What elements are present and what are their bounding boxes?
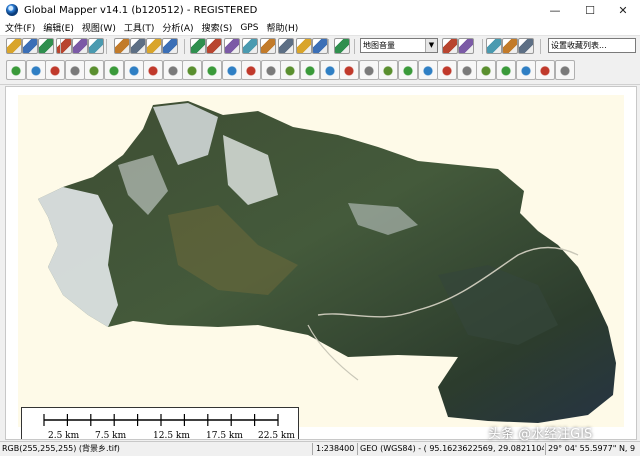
terrain-image: [38, 101, 616, 423]
globe-app-icon: [6, 4, 18, 16]
crop-icon[interactable]: [202, 60, 222, 80]
title-bar: Global Mapper v14.1 (b120512) - REGISTER…: [0, 0, 640, 20]
menu-search[interactable]: 搜索(S): [198, 21, 237, 34]
menu-file[interactable]: 文件(F): [0, 21, 39, 34]
digitizer-icon[interactable]: [334, 38, 350, 54]
menu-view[interactable]: 视图(W): [78, 21, 120, 34]
menu-tools[interactable]: 工具(T): [120, 21, 159, 34]
status-scale: 1:238400: [316, 444, 355, 453]
select-icon[interactable]: [206, 38, 222, 54]
add-point-icon[interactable]: [162, 60, 183, 80]
layer-select[interactable]: 地图音量 ▼: [360, 38, 438, 53]
merge-icon[interactable]: [241, 60, 262, 80]
favorites-select-value: 设置收藏列表...: [551, 41, 607, 50]
view-shed-icon[interactable]: [278, 38, 294, 54]
lidar-icon[interactable]: [486, 38, 502, 54]
find-icon[interactable]: [456, 60, 477, 80]
full-view-icon[interactable]: [146, 38, 162, 54]
map-canvas[interactable]: 2.5 km 7.5 km 12.5 km 17.5 km 22.5 km: [5, 86, 637, 440]
connect-icon[interactable]: [104, 60, 124, 80]
offset-icon[interactable]: [378, 60, 399, 80]
layer-select-value: 地图音量: [363, 41, 395, 50]
close-button[interactable]: ✕: [606, 0, 640, 20]
redo-icon[interactable]: [554, 60, 575, 80]
3d-icon[interactable]: [458, 38, 474, 54]
3d-view-icon[interactable]: [242, 38, 258, 54]
edit-area-icon[interactable]: [45, 60, 66, 80]
chevron-down-icon[interactable]: ▼: [425, 39, 437, 52]
gps-icon[interactable]: [312, 38, 328, 54]
rotate-icon[interactable]: [123, 60, 144, 80]
scale-label-1: 2.5 km: [48, 431, 80, 440]
options-icon[interactable]: [518, 38, 534, 54]
folder-open-icon[interactable]: [6, 38, 22, 54]
watermark: 头条 @水经注GIS: [488, 427, 593, 442]
globe-icon[interactable]: [38, 38, 54, 54]
minimize-button[interactable]: —: [538, 0, 572, 20]
grid-icon[interactable]: [143, 60, 164, 80]
scale-label-4: 17.5 km: [206, 431, 243, 440]
split-icon[interactable]: [221, 60, 242, 80]
catalog-icon[interactable]: [56, 38, 72, 54]
window-title: Global Mapper v14.1 (b120512) - REGISTER…: [24, 4, 258, 16]
layers-icon[interactable]: [72, 38, 88, 54]
config-icon[interactable]: [88, 38, 104, 54]
delete-icon[interactable]: [182, 60, 203, 80]
reshape-icon[interactable]: [84, 60, 105, 80]
status-coordinates: 29° 04' 55.5977" N, 9: [548, 444, 636, 453]
path-profile-icon[interactable]: [260, 38, 276, 54]
main-toolbar: 地图音量 ▼ 设置收藏列表...: [0, 36, 640, 56]
menu-gps[interactable]: GPS: [236, 23, 262, 33]
route-icon[interactable]: [515, 60, 536, 80]
digitizer-toolbar: [0, 57, 640, 85]
snap-icon[interactable]: [358, 60, 379, 80]
favorites-select[interactable]: 设置收藏列表...: [548, 38, 636, 53]
paste-icon[interactable]: [437, 60, 458, 80]
status-pixel-info: RGB(255,255,255) (背景乡.tif): [2, 444, 120, 453]
menu-analysis[interactable]: 分析(A): [158, 21, 197, 34]
pan-icon[interactable]: [190, 38, 206, 54]
map-frame: 2.5 km 7.5 km 12.5 km 17.5 km 22.5 km: [18, 95, 624, 439]
measure-area-icon[interactable]: [280, 60, 301, 80]
cut-icon[interactable]: [417, 60, 438, 80]
coin-icon[interactable]: [442, 38, 458, 54]
zoom-in-icon[interactable]: [114, 38, 130, 54]
scale-label-5: 22.5 km: [258, 431, 295, 440]
create-line-icon[interactable]: [6, 60, 26, 80]
fill-icon[interactable]: [476, 60, 497, 80]
copy-icon[interactable]: [398, 60, 418, 80]
undo-icon[interactable]: [535, 60, 556, 80]
bucket-icon[interactable]: [496, 60, 516, 80]
menu-bar: 文件(F) 编辑(E) 视图(W) 工具(T) 分析(A) 搜索(S) GPS …: [0, 20, 640, 36]
scale-label-3: 12.5 km: [153, 431, 190, 440]
scale-label-2: 7.5 km: [95, 431, 127, 440]
home-icon[interactable]: [162, 38, 178, 54]
threshold-icon[interactable]: [296, 38, 312, 54]
status-bar: RGB(255,255,255) (背景乡.tif) 1:238400 GEO …: [0, 441, 640, 456]
buffer-icon[interactable]: [260, 60, 281, 80]
menu-help[interactable]: 帮助(H): [262, 21, 302, 34]
combine-icon[interactable]: [339, 60, 360, 80]
measure-icon[interactable]: [224, 38, 240, 54]
menu-edit[interactable]: 编辑(E): [39, 21, 78, 34]
save-icon[interactable]: [22, 38, 38, 54]
smooth-icon[interactable]: [300, 60, 320, 80]
scale-bar: 2.5 km 7.5 km 12.5 km 17.5 km 22.5 km: [21, 407, 299, 440]
move-vertex-icon[interactable]: [64, 60, 85, 80]
extrude-icon[interactable]: [319, 60, 340, 80]
pdf-icon[interactable]: [502, 38, 518, 54]
edit-line-icon[interactable]: [25, 60, 46, 80]
status-projection: GEO (WGS84) - ( 95.1623622569, 29.082110…: [360, 444, 544, 453]
maximize-button[interactable]: ☐: [573, 0, 607, 20]
zoom-out-icon[interactable]: [130, 38, 146, 54]
